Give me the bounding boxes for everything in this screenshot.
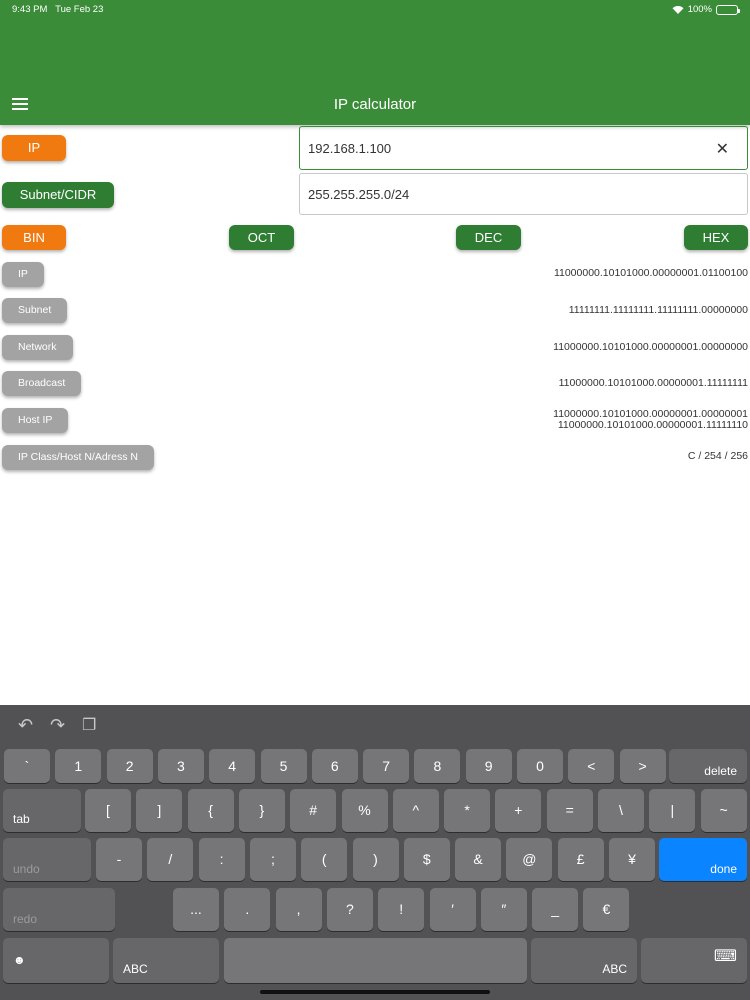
key-sym3-3[interactable]: ? xyxy=(326,888,373,931)
key-sym-8[interactable]: + xyxy=(495,789,542,832)
key-sym-9[interactable]: = xyxy=(546,789,593,832)
battery-percent: 100% xyxy=(687,4,712,15)
abc-key-left[interactable]: ABC xyxy=(113,938,219,983)
broadcast-binary-value: 11000000.10101000.00000001.11111111 xyxy=(558,377,748,389)
subnet-input-value: 255.255.255.0/24 xyxy=(308,186,410,202)
key-11[interactable]: < xyxy=(568,749,615,783)
key-sym3-7[interactable]: _ xyxy=(532,888,579,931)
hex-button[interactable]: HEX xyxy=(684,225,748,250)
key-sym3-6[interactable]: ″ xyxy=(480,888,527,931)
key-sym2-5[interactable]: ) xyxy=(352,838,399,881)
app-header: 9:43 PM Tue Feb 23 100% IP calculator xyxy=(0,0,750,125)
key-12[interactable]: > xyxy=(619,749,666,783)
host-ip-last-value: 11000000.10101000.00000001.11111110 xyxy=(557,419,748,431)
ip-binary-value: 11000000.10101000.00000001.01100100 xyxy=(553,267,748,279)
status-indicators: 100% xyxy=(672,4,740,15)
key-sym-2[interactable]: { xyxy=(187,789,234,832)
key-0[interactable]: ` xyxy=(4,749,50,783)
key-sym3-8[interactable]: € xyxy=(583,888,630,931)
key-sym2-1[interactable]: / xyxy=(147,838,194,881)
bin-button[interactable]: BIN xyxy=(2,225,66,250)
ip-row-button[interactable]: IP xyxy=(2,262,44,287)
key-sym-4[interactable]: # xyxy=(290,789,337,832)
subnet-row-button[interactable]: Subnet xyxy=(2,298,68,323)
keyboard: ↶ ↷ ❐ ` 1 2 3 4 5 6 7 8 9 0 < > delete tab[]{} #% ^ * + = \ |… xyxy=(0,705,750,1000)
broadcast-row-button[interactable]: Broadcast xyxy=(2,371,82,396)
key-4[interactable]: 4 xyxy=(209,749,256,783)
key-sym-7[interactable]: * xyxy=(444,789,491,832)
ip-label-button[interactable]: IP xyxy=(2,135,66,161)
key-10[interactable]: 0 xyxy=(517,749,563,783)
ip-class-value: C / 254 / 256 xyxy=(687,450,748,462)
key-sym3-4[interactable]: ! xyxy=(378,888,425,931)
key-1[interactable]: 1 xyxy=(55,749,102,783)
dec-button[interactable]: DEC xyxy=(456,225,521,250)
key-9[interactable]: 9 xyxy=(465,749,512,783)
network-binary-value: 11000000.10101000.00000001.00000000 xyxy=(553,341,748,353)
key-sym3-5[interactable]: ′ xyxy=(429,888,476,931)
subnet-label-button[interactable]: Subnet/CIDR xyxy=(2,182,114,208)
key-sym-5[interactable]: % xyxy=(341,789,388,832)
key-sym2-3[interactable]: ; xyxy=(249,838,296,881)
key-sym3-2[interactable]: , xyxy=(275,888,322,931)
key-3[interactable]: 3 xyxy=(157,749,204,783)
subnet-binary-value: 11111111.11111111.11111111.00000000 xyxy=(568,304,748,316)
key-sym-6[interactable]: ^ xyxy=(392,789,439,832)
key-sym-11[interactable]: | xyxy=(649,789,696,832)
status-clock: 9:43 PM xyxy=(12,4,48,15)
tab-key[interactable]: tab xyxy=(3,789,81,832)
space-key[interactable] xyxy=(224,938,527,983)
host-ip-row-button[interactable]: Host IP xyxy=(2,408,69,433)
abc-key-right[interactable]: ABC xyxy=(531,938,637,983)
key-8[interactable]: 8 xyxy=(414,749,461,783)
battery-icon xyxy=(716,4,740,15)
home-indicator xyxy=(260,990,490,994)
key-5[interactable]: 5 xyxy=(260,749,307,783)
key-sym2-8[interactable]: @ xyxy=(506,838,553,881)
key-sym-0[interactable]: [ xyxy=(85,789,131,832)
wifi-icon xyxy=(672,5,684,14)
keyboard-toolbar: ↶ ↷ ❐ xyxy=(0,705,750,745)
key-sym2-9[interactable]: £ xyxy=(557,838,604,881)
key-7[interactable]: 7 xyxy=(363,749,410,783)
ip-input-value: 192.168.1.100 xyxy=(308,140,392,156)
status-time: 9:43 PM Tue Feb 23 xyxy=(12,4,103,15)
key-sym-1[interactable]: ] xyxy=(136,789,183,832)
clear-icon[interactable]: ✕ xyxy=(716,139,729,159)
key-sym2-4[interactable]: ( xyxy=(301,838,348,881)
undo-key[interactable]: undo xyxy=(3,838,91,881)
ip-class-row-button[interactable]: IP Class/Host N/Adress N xyxy=(2,445,155,470)
page-title: IP calculator xyxy=(333,96,417,113)
key-6[interactable]: 6 xyxy=(311,749,358,783)
key-sym2-7[interactable]: & xyxy=(455,838,502,881)
key-sym2-6[interactable]: $ xyxy=(403,838,450,881)
undo-icon[interactable]: ↶ xyxy=(18,715,33,736)
key-sym-3[interactable]: } xyxy=(238,789,285,832)
key-sym2-0[interactable]: - xyxy=(96,838,142,881)
redo-icon[interactable]: ↷ xyxy=(50,715,65,736)
key-2[interactable]: 2 xyxy=(106,749,153,783)
key-sym2-2[interactable]: : xyxy=(198,838,245,881)
emoji-key[interactable]: ☻ xyxy=(3,938,109,983)
key-sym-12[interactable]: ~ xyxy=(700,789,747,832)
oct-button[interactable]: OCT xyxy=(229,225,294,250)
key-sym3-0[interactable]: ... xyxy=(173,888,219,931)
done-key[interactable]: done xyxy=(659,838,747,881)
network-row-button[interactable]: Network xyxy=(2,335,73,360)
redo-key[interactable]: redo xyxy=(3,888,115,931)
key-sym-10[interactable]: \ xyxy=(598,789,644,832)
subnet-input[interactable]: 255.255.255.0/24 xyxy=(299,173,748,215)
key-sym2-10[interactable]: ¥ xyxy=(609,838,655,881)
dismiss-keyboard-key[interactable]: ⌨ xyxy=(641,938,747,983)
delete-key[interactable]: delete xyxy=(669,749,747,783)
status-date: Tue Feb 23 xyxy=(55,4,104,15)
key-sym3-1[interactable]: . xyxy=(224,888,271,931)
ip-input[interactable]: 192.168.1.100 ✕ xyxy=(299,126,748,170)
paste-icon[interactable]: ❐ xyxy=(82,715,96,735)
keyboard-dismiss-icon: ⌨ xyxy=(713,948,737,965)
